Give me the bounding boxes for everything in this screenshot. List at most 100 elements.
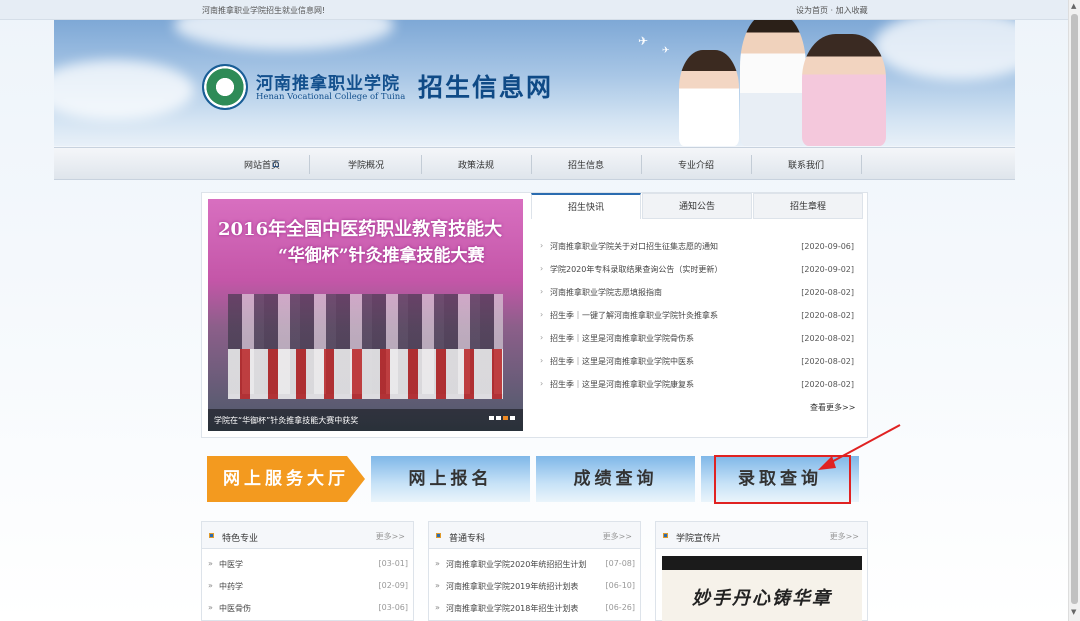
online-service-hall-button[interactable]: 网上服务大厅	[207, 456, 365, 502]
item-title[interactable]: 中医骨伤	[219, 603, 251, 614]
dove-icon: ✈	[662, 46, 670, 56]
page-scrollbar[interactable]: ▲ ▼	[1068, 0, 1080, 621]
nav-home[interactable]: 网站首页	[207, 158, 317, 171]
list-item[interactable]: » 中医学 [03-01]	[208, 559, 408, 573]
news-date: [2020-08-02]	[801, 288, 854, 297]
square-icon	[209, 533, 214, 538]
news-title[interactable]: 招生季｜一键了解河南推拿职业学院针灸推拿系	[550, 310, 718, 321]
box-title: 普通专科	[449, 534, 486, 544]
news-item[interactable]: › 招生季｜一键了解河南推拿职业学院针灸推拿系 [2020-08-02]	[540, 310, 858, 324]
bullet-icon: ›	[540, 241, 544, 250]
news-tabs: 招生快讯 通知公告 招生章程	[531, 193, 867, 219]
nav-policy[interactable]: 政策法规	[421, 158, 531, 171]
bullet-icon: ›	[540, 264, 544, 273]
news-date: [2020-09-06]	[801, 242, 854, 251]
more-link[interactable]: 更多>>	[603, 531, 632, 542]
slide-indicators	[487, 413, 515, 423]
cloud-decoration	[54, 60, 194, 120]
nav-about[interactable]: 学院概况	[311, 158, 421, 171]
general-college-box: 普通专科 更多>> » 河南推拿职业学院2020年统招招生计划 [07-08] » 河南…	[428, 521, 641, 621]
box-title: 学院宣传片	[676, 534, 722, 544]
main-nav: ⌂ 网站首页 学院概况 政策法规 招生信息 专业介绍 联系我们	[54, 147, 1015, 180]
list-item[interactable]: » 中药学 [02-09]	[208, 581, 408, 595]
bullet-icon: ›	[540, 356, 544, 365]
bullet-icon: »	[208, 559, 213, 568]
slide-dot-active[interactable]	[503, 416, 508, 420]
bullet-icon: ›	[540, 379, 544, 388]
slide-dot[interactable]	[489, 416, 494, 420]
list-item[interactable]: » 河南推拿职业学院2018年招生计划表 [06-26]	[435, 603, 635, 617]
site-title: 招生信息网	[418, 73, 554, 102]
tab-notices[interactable]: 通知公告	[642, 193, 752, 219]
featured-majors-box: 特色专业 更多>> » 中医学 [03-01] » 中药学 [02-09] » 中医骨伤 [0…	[201, 521, 414, 621]
news-item[interactable]: › 招生季｜这里是河南推拿职业学院骨伤系 [2020-08-02]	[540, 333, 858, 347]
scroll-down-icon[interactable]: ▼	[1071, 608, 1076, 616]
college-logo	[202, 64, 248, 110]
news-title[interactable]: 招生季｜这里是河南推拿职业学院康复系	[550, 379, 694, 390]
news-date: [2020-08-02]	[801, 311, 854, 320]
news-title[interactable]: 河南推拿职业学院志愿填报指南	[550, 287, 662, 298]
slide-dot[interactable]	[510, 416, 515, 420]
box-header: 普通专科 更多>>	[429, 522, 640, 549]
service-label: 网上服务大厅	[223, 469, 349, 489]
scroll-up-icon[interactable]: ▲	[1071, 2, 1076, 10]
welcome-text: 河南推拿职业学院招生就业信息网!	[202, 6, 326, 15]
item-title[interactable]: 河南推拿职业学院2019年统招计划表	[446, 581, 578, 592]
annotation-arrow-icon	[818, 424, 901, 470]
box-header: 学院宣传片 更多>>	[656, 522, 867, 549]
news-item[interactable]: › 招生季｜这里是河南推拿职业学院康复系 [2020-08-02]	[540, 379, 858, 393]
news-more-link[interactable]: 查看更多>>	[810, 402, 855, 413]
item-title[interactable]: 河南推拿职业学院2018年招生计划表	[446, 603, 578, 614]
slide-headline: 2016年全国中医药职业教育技能大	[218, 219, 503, 240]
bullet-icon: ›	[540, 333, 544, 342]
promo-title: 妙手丹心铸华章	[692, 588, 832, 609]
bullet-icon: ›	[540, 287, 544, 296]
more-link[interactable]: 更多>>	[830, 531, 859, 542]
item-date: [02-09]	[378, 581, 409, 590]
cloud-decoration	[874, 20, 1015, 80]
item-date: [03-01]	[378, 559, 409, 568]
score-query-button[interactable]: 成绩查询	[536, 456, 695, 502]
item-date: [07-08]	[605, 559, 636, 568]
news-title[interactable]: 学院2020年专科录取结果查询公告（实时更新）	[550, 264, 722, 275]
news-date: [2020-08-02]	[801, 334, 854, 343]
slide-caption-bar: 学院在“华御杯”针灸推拿技能大赛中获奖	[208, 409, 523, 431]
tab-admission-news[interactable]: 招生快讯	[531, 193, 641, 219]
list-item[interactable]: » 中医骨伤 [03-06]	[208, 603, 408, 617]
square-icon	[663, 533, 668, 538]
news-date: [2020-09-02]	[801, 265, 854, 274]
news-item[interactable]: › 河南推拿职业学院志愿填报指南 [2020-08-02]	[540, 287, 858, 301]
news-slideshow[interactable]: 2016年全国中医药职业教育技能大 “华御杯”针灸推拿技能大赛 学院在“华御杯”…	[208, 199, 523, 431]
item-title[interactable]: 中药学	[219, 581, 243, 592]
more-link[interactable]: 更多>>	[376, 531, 405, 542]
bullet-icon: ›	[540, 310, 544, 319]
promo-video-thumbnail[interactable]: 妙手丹心铸华章	[662, 556, 862, 621]
list-item[interactable]: » 河南推拿职业学院2020年统招招生计划 [07-08]	[435, 559, 635, 573]
service-label: 成绩查询	[573, 469, 658, 489]
nav-admission[interactable]: 招生信息	[531, 158, 641, 171]
item-title[interactable]: 中医学	[219, 559, 243, 570]
top-bar: 河南推拿职业学院招生就业信息网! 设为首页 · 加入收藏	[0, 0, 1080, 20]
nurse-figure	[679, 50, 739, 146]
news-title[interactable]: 河南推拿职业学院关于对口招生征集志愿的通知	[550, 241, 718, 252]
box-header: 特色专业 更多>>	[202, 522, 413, 549]
news-title[interactable]: 招生季｜这里是河南推拿职业学院中医系	[550, 356, 694, 367]
service-label: 网上报名	[408, 469, 493, 489]
bullet-icon: »	[435, 603, 440, 612]
cloud-decoration	[174, 20, 394, 50]
scrollbar-thumb[interactable]	[1071, 14, 1078, 604]
doctor-figure	[740, 20, 806, 146]
homepage-favorite-links[interactable]: 设为首页 · 加入收藏	[796, 5, 868, 16]
news-item[interactable]: › 学院2020年专科录取结果查询公告（实时更新） [2020-09-02]	[540, 264, 858, 278]
online-registration-button[interactable]: 网上报名	[371, 456, 530, 502]
item-title[interactable]: 河南推拿职业学院2020年统招招生计划	[446, 559, 586, 570]
nav-contact[interactable]: 联系我们	[751, 158, 861, 171]
award-winners-row	[228, 349, 503, 399]
news-title[interactable]: 招生季｜这里是河南推拿职业学院骨伤系	[550, 333, 694, 344]
nav-majors[interactable]: 专业介绍	[641, 158, 751, 171]
list-item[interactable]: » 河南推拿职业学院2019年统招计划表 [06-10]	[435, 581, 635, 595]
slide-dot[interactable]	[496, 416, 501, 420]
news-item[interactable]: › 河南推拿职业学院关于对口招生征集志愿的通知 [2020-09-06]	[540, 241, 858, 255]
tab-regulations[interactable]: 招生章程	[753, 193, 863, 219]
news-item[interactable]: › 招生季｜这里是河南推拿职业学院中医系 [2020-08-02]	[540, 356, 858, 370]
